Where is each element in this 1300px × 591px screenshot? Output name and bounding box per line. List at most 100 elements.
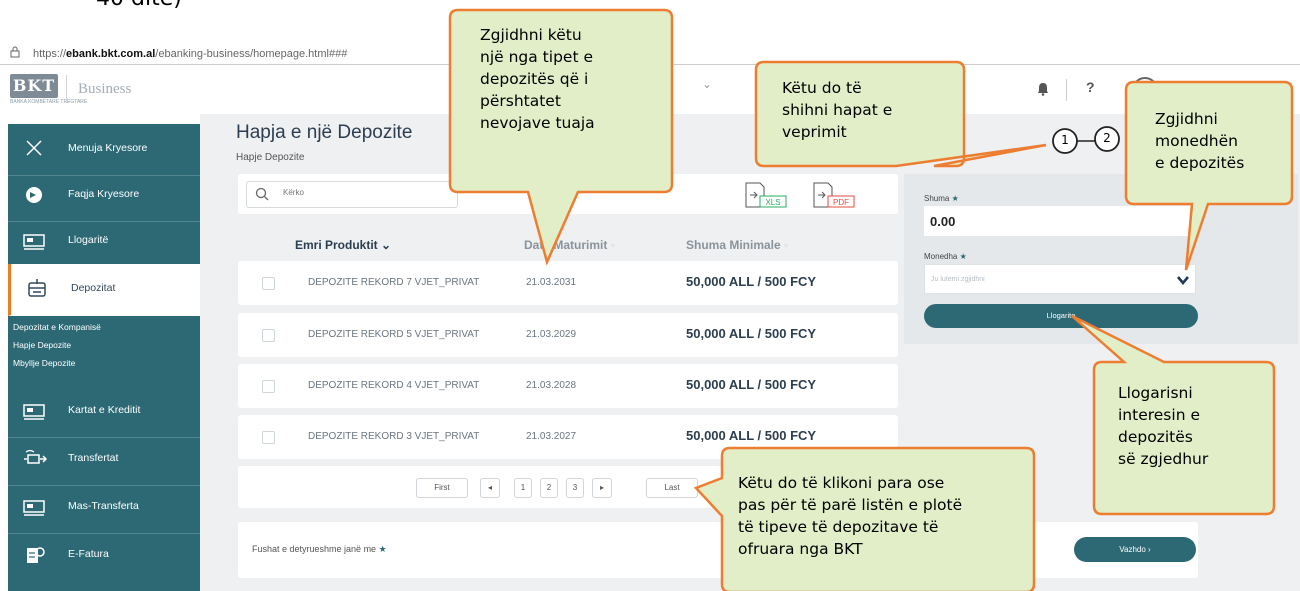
table-row[interactable]: DEPOZITE REKORD 3 VJET_PRIVAT 21.03.2027… xyxy=(238,415,898,459)
sidebar-item-accounts[interactable]: Llogaritë xyxy=(8,216,200,268)
card-icon xyxy=(23,404,45,420)
step-number: 2 xyxy=(1103,131,1111,145)
callout-paging: Këtu do të klikoni para ose pas për të pa… xyxy=(738,474,963,558)
minimum-amount: 50,000 ALL / 500 FCY xyxy=(686,326,817,341)
sidebar-item-e-invoice[interactable]: E-Fatura xyxy=(8,530,200,582)
url-text: https://ebank.bkt.com.al/ebanking-busine… xyxy=(33,48,348,60)
column-header-minimum-amount[interactable]: Shuma Minimale ◦ xyxy=(686,238,788,252)
page-button[interactable]: 1 xyxy=(514,478,532,498)
chevron-down-icon[interactable]: ⌄ xyxy=(702,77,712,91)
sidebar-submenu: Depozitat e Kompanisë Hapje Depozite Mby… xyxy=(8,318,200,385)
maturity-date: 21.03.2029 xyxy=(526,329,577,340)
row-checkbox[interactable] xyxy=(262,431,275,444)
currency-placeholder: Ju lutemi zgjidhni xyxy=(931,276,985,283)
sort-icon: ⌄ xyxy=(381,238,392,252)
sidebar-item-label: Transfertat xyxy=(68,452,119,464)
minimum-amount: 50,000 ALL / 500 FCY xyxy=(686,428,817,443)
sidebar-item-home[interactable]: Faqja Kryesore xyxy=(8,170,200,222)
currency-select[interactable]: Ju lutemi zgjidhni xyxy=(924,264,1196,294)
required-fields-note: Fushat e detyrueshme janë me ★ xyxy=(252,544,387,554)
page-button[interactable]: 2 xyxy=(540,478,558,498)
maturity-date: 21.03.2031 xyxy=(526,277,577,288)
maturity-date: 21.03.2027 xyxy=(526,431,577,442)
search-icon xyxy=(255,187,269,201)
invoice-icon xyxy=(27,547,45,563)
page-button[interactable]: 3 xyxy=(566,478,584,498)
deposit-icon xyxy=(28,279,46,297)
sidebar-item-label: Kartat e Kreditit xyxy=(68,404,141,416)
sidebar-item-label: Mas-Transferta xyxy=(68,500,139,512)
sidebar-item-main-menu[interactable]: Menuja Kryesore xyxy=(8,124,200,176)
sidebar-item-label: Llogaritë xyxy=(68,234,109,246)
app-header: BKT BANKA KOMBËTARE TREGTARE Business ⌄ … xyxy=(0,64,1300,114)
user-avatar[interactable] xyxy=(1132,77,1158,103)
row-checkbox[interactable] xyxy=(262,329,275,342)
amount-label: Shuma ★ xyxy=(924,194,959,203)
sidebar-item-label: Faqja Kryesore xyxy=(68,188,140,200)
product-name: DEPOZITE REKORD 3 VJET_PRIVAT xyxy=(308,431,480,442)
help-icon[interactable]: ? xyxy=(1086,79,1095,95)
page-title: Hapja e një Depozite xyxy=(236,122,413,143)
calculation-panel: Shuma ★ 0.00 Monedha ★ Ju lutemi zgjidhn… xyxy=(904,174,1298,344)
document-text-fragment: 40 ditë) xyxy=(96,0,182,11)
bkt-logo[interactable]: BKT xyxy=(10,74,58,98)
callout-currency: Zgjidhni monedhën e depozitës xyxy=(1155,110,1245,172)
close-icon xyxy=(26,140,42,156)
sort-icon: ◦ xyxy=(610,238,615,252)
sidebar-item-transfers[interactable]: Transfertat xyxy=(8,434,200,486)
sidebar-item-label: Depozitat xyxy=(71,282,116,294)
minimum-amount: 50,000 ALL / 500 FCY xyxy=(686,377,817,392)
calculate-button[interactable]: Llogarite xyxy=(924,304,1198,328)
logo-subtitle: BANKA KOMBËTARE TREGTARE xyxy=(10,99,88,105)
sidebar-item-deposits[interactable]: Depozitat xyxy=(8,264,200,316)
lock-icon xyxy=(10,46,20,58)
maturity-date: 21.03.2028 xyxy=(526,380,577,391)
row-checkbox[interactable] xyxy=(262,380,275,393)
callout-steps: Këtu do të shihni hapat e veprimit xyxy=(782,79,893,141)
sidebar-item-credit-cards[interactable]: Kartat e Kreditit xyxy=(8,386,200,438)
table-row[interactable]: DEPOZITE REKORD 4 VJET_PRIVAT 21.03.2028… xyxy=(238,364,898,408)
pdf-export-icon[interactable]: PDF xyxy=(810,180,862,210)
address-bar[interactable]: https://ebank.bkt.com.al/ebanking-busine… xyxy=(0,44,1300,64)
home-icon xyxy=(26,187,42,203)
prev-page-button[interactable]: ◂ xyxy=(480,478,500,498)
search-toolbar: XLS PDF xyxy=(238,174,898,214)
chevron-down-icon[interactable] xyxy=(1177,275,1189,285)
table-row[interactable]: DEPOZITE REKORD 7 VJET_PRIVAT 21.03.2031… xyxy=(238,261,898,305)
minimum-amount: 50,000 ALL / 500 FCY xyxy=(686,274,817,289)
sidebar-item-label: Menuja Kryesore xyxy=(68,142,148,154)
first-page-button[interactable]: First xyxy=(416,478,468,498)
callout-choose-type: Zgjidhni këtu një nga tipet e depozitës që… xyxy=(480,26,595,132)
pdf-label: PDF xyxy=(833,198,849,207)
card-icon xyxy=(23,500,45,516)
xls-export-icon[interactable]: XLS xyxy=(742,180,794,210)
card-icon xyxy=(23,234,45,250)
sidebar-item-label: E-Fatura xyxy=(68,548,109,560)
column-header-product-name[interactable]: Emri Produktit ⌄ xyxy=(295,238,391,252)
column-header-maturity-date[interactable]: Data Maturimit ◦ xyxy=(524,238,615,252)
step-number: 1 xyxy=(1061,133,1069,147)
sort-icon: ◦ xyxy=(784,238,789,252)
product-name: DEPOZITE REKORD 4 VJET_PRIVAT xyxy=(308,380,480,391)
continue-button[interactable]: Vazhdo › xyxy=(1074,537,1196,562)
divider xyxy=(66,75,67,101)
submenu-item-company-deposits[interactable]: Depozitat e Kompanisë xyxy=(13,322,101,332)
form-footer: Fushat e detyrueshme janë me ★ Vazhdo › xyxy=(238,522,1198,578)
product-name: DEPOZITE REKORD 5 VJET_PRIVAT xyxy=(308,329,480,340)
transfer-icon xyxy=(24,449,48,464)
bell-icon[interactable] xyxy=(1037,82,1049,96)
search-input[interactable] xyxy=(283,188,443,197)
search-box[interactable] xyxy=(246,181,458,208)
sidebar-item-mass-transfer[interactable]: Mas-Transferta xyxy=(8,482,200,534)
amount-input[interactable]: 0.00 xyxy=(924,206,1194,236)
product-name: DEPOZITE REKORD 7 VJET_PRIVAT xyxy=(308,277,480,288)
last-page-button[interactable]: Last xyxy=(646,478,698,498)
xls-label: XLS xyxy=(765,198,780,207)
row-checkbox[interactable] xyxy=(262,277,275,290)
table-row[interactable]: DEPOZITE REKORD 5 VJET_PRIVAT 21.03.2029… xyxy=(238,313,898,357)
submenu-item-close-deposit[interactable]: Mbyllje Depozite xyxy=(13,358,75,368)
submenu-item-open-deposit[interactable]: Hapje Depozite xyxy=(13,340,71,350)
divider xyxy=(1066,79,1067,101)
brand-label: Business xyxy=(78,81,132,97)
next-page-button[interactable]: ▸ xyxy=(592,478,612,498)
